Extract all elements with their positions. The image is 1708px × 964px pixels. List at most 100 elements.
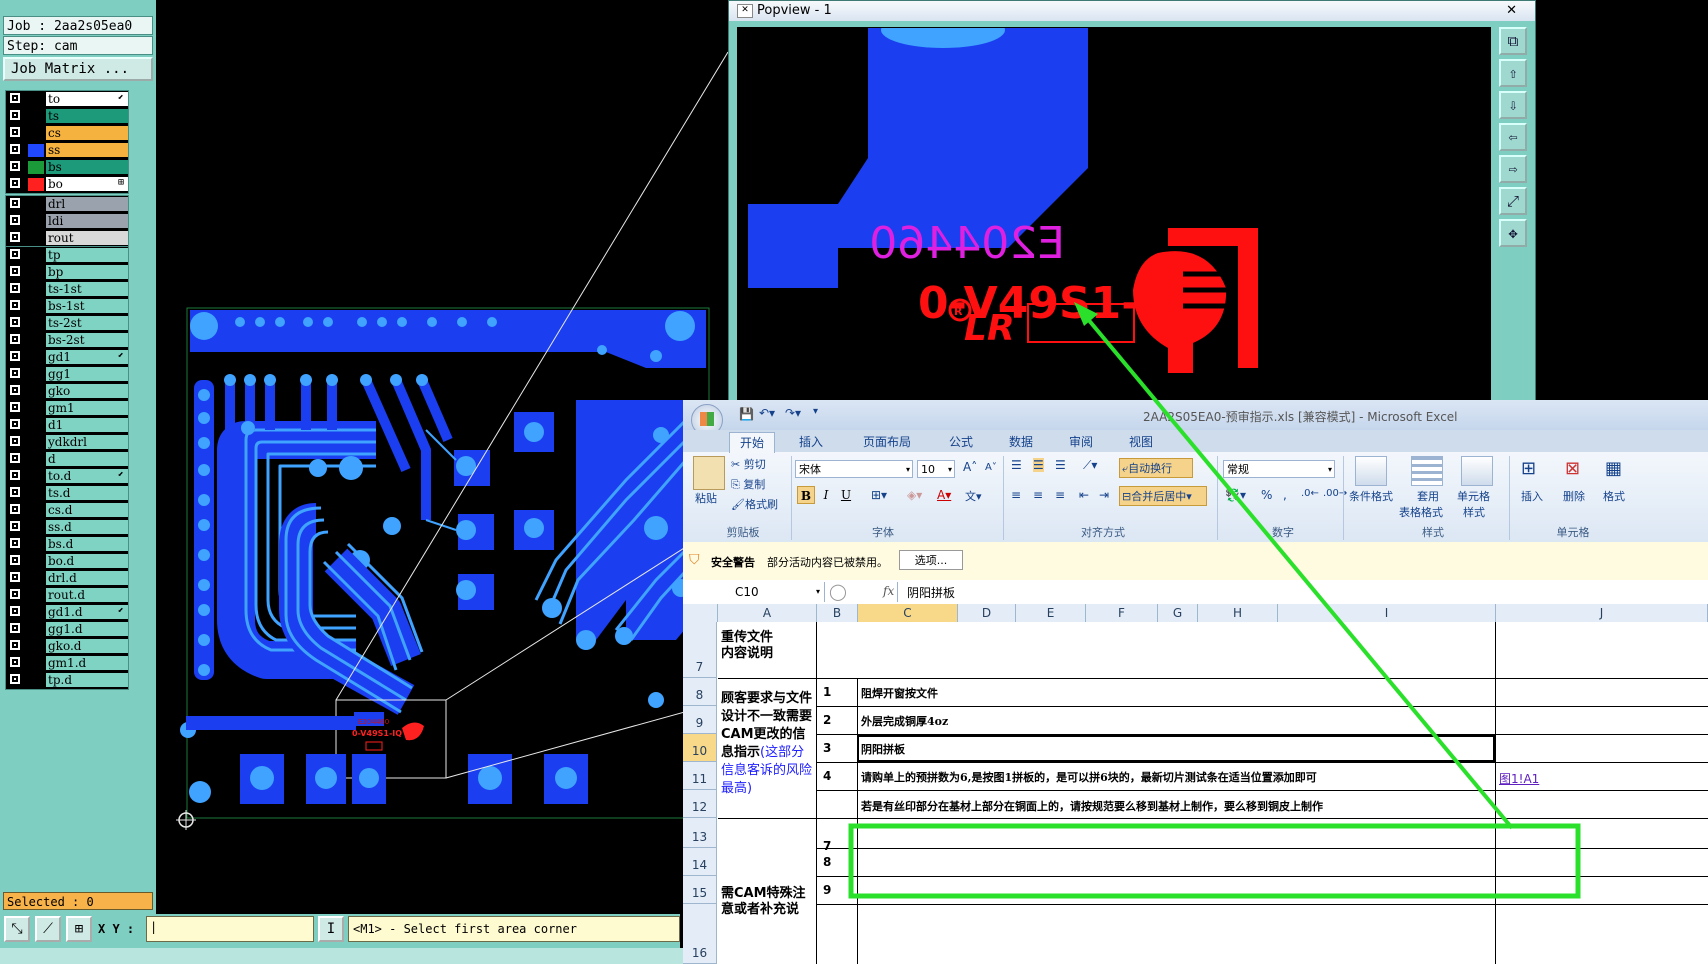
layer-name[interactable]: drl: [46, 197, 128, 211]
formula-input[interactable]: 阴阳拼板: [907, 584, 955, 601]
currency-icon[interactable]: 💱▾: [1225, 488, 1246, 502]
shrink-font-icon[interactable]: A˅: [985, 462, 997, 473]
item-text[interactable]: 阴阳拼板: [861, 741, 905, 757]
layer-row[interactable]: bp: [6, 264, 128, 281]
row-header[interactable]: 8: [683, 678, 717, 706]
item-number[interactable]: 1: [823, 685, 831, 699]
fx-icon[interactable]: fx: [883, 584, 894, 598]
customize-qat-icon[interactable]: ▾: [813, 406, 818, 417]
paste-icon[interactable]: [693, 456, 725, 490]
layer-row[interactable]: to.d ⬋: [6, 468, 128, 485]
selected-cell[interactable]: [857, 735, 1495, 762]
align-middle-icon[interactable]: ☰: [1033, 458, 1044, 472]
layer-row[interactable]: rout.d: [6, 587, 128, 604]
layer-name[interactable]: bp: [46, 265, 128, 279]
layer-name[interactable]: rout.d: [46, 588, 128, 602]
layer-color-swatch[interactable]: [28, 144, 44, 157]
layer-checkbox[interactable]: [10, 640, 20, 650]
conditional-format-button[interactable]: 条件格式: [1349, 488, 1393, 504]
layer-name[interactable]: to: [46, 92, 128, 106]
item-number[interactable]: 9: [823, 883, 831, 897]
item-text[interactable]: 请购单上的预拼数为6,是按图1拼板的，是可以拼6块的，最新切片测试条在适当位置添…: [861, 769, 1317, 785]
layer-checkbox[interactable]: [10, 521, 20, 531]
cell-styles-button[interactable]: 单元格: [1457, 488, 1490, 504]
layer-checkbox[interactable]: [10, 127, 20, 137]
layer-checkbox[interactable]: [10, 453, 20, 463]
layer-row[interactable]: gko: [6, 383, 128, 400]
item-number[interactable]: 7: [823, 839, 831, 853]
bold-button[interactable]: B: [797, 486, 815, 504]
align-bottom-icon[interactable]: ☰: [1055, 458, 1066, 472]
layer-checkbox[interactable]: [10, 538, 20, 548]
italic-button[interactable]: I: [817, 486, 835, 504]
number-format-select[interactable]: 常规 ▾: [1223, 460, 1335, 478]
layer-name[interactable]: gko: [46, 384, 128, 398]
layer-name[interactable]: ts: [46, 109, 128, 123]
layer-checkbox[interactable]: [10, 487, 20, 497]
layer-row[interactable]: drl.d: [6, 570, 128, 587]
align-left-icon[interactable]: ≡: [1011, 488, 1021, 502]
wrap-text-button[interactable]: ⤶自动换行: [1119, 458, 1193, 478]
popview-fit-button[interactable]: ⧉: [1499, 27, 1527, 55]
layer-name[interactable]: gm1: [46, 401, 128, 415]
ribbon-tab[interactable]: 审阅: [1059, 432, 1103, 452]
layer-name[interactable]: bo: [46, 177, 128, 191]
redo-icon[interactable]: ↷▾: [785, 406, 801, 420]
row-header[interactable]: 10: [683, 734, 717, 762]
column-header[interactable]: G: [1158, 604, 1198, 622]
font-size-select[interactable]: 10 ▾: [917, 460, 955, 478]
insert-cells-button[interactable]: 插入: [1521, 488, 1543, 504]
layer-row[interactable]: gg1.d: [6, 621, 128, 638]
layer-checkbox[interactable]: [10, 555, 20, 565]
layer-checkbox[interactable]: [10, 572, 20, 582]
font-name-select[interactable]: 宋体 ▾: [795, 460, 913, 478]
border-icon[interactable]: ⊞▾: [871, 488, 887, 502]
worksheet-grid[interactable]: 重传文件 内容说明 顾客要求与文件设计不一致需要CAM更改的信息指示(这部分信息…: [683, 622, 1708, 964]
layer-name[interactable]: bs: [46, 160, 128, 174]
layer-checkbox[interactable]: [10, 110, 20, 120]
layer-name[interactable]: ts.d: [46, 486, 128, 500]
item-text[interactable]: 阻焊开窗按文件: [861, 685, 938, 701]
layer-checkbox[interactable]: [10, 334, 20, 344]
layer-checkbox[interactable]: [10, 249, 20, 259]
layer-checkbox[interactable]: [10, 300, 20, 310]
layer-name[interactable]: cs: [46, 126, 128, 140]
layer-name[interactable]: gd1.d: [46, 605, 128, 619]
column-header[interactable]: D: [958, 604, 1016, 622]
layer-color-swatch[interactable]: [28, 178, 44, 191]
layer-name[interactable]: gg1: [46, 367, 128, 381]
layer-name[interactable]: ldi: [46, 214, 128, 228]
column-header[interactable]: J: [1496, 604, 1708, 622]
ribbon-tab[interactable]: 视图: [1119, 432, 1163, 452]
layer-checkbox[interactable]: [10, 368, 20, 378]
popview-zoom-in-button[interactable]: ⤢: [1499, 187, 1527, 215]
save-icon[interactable]: 💾: [739, 407, 754, 421]
column-header[interactable]: E: [1016, 604, 1086, 622]
layer-checkbox[interactable]: [10, 402, 20, 412]
row-header[interactable]: 13: [683, 818, 717, 848]
layer-checkbox[interactable]: [10, 436, 20, 446]
layer-row[interactable]: ldi: [6, 213, 128, 230]
popview-titlebar[interactable]: ✕ Popview - 1 ✕: [729, 1, 1535, 21]
row-header[interactable]: 11: [683, 762, 717, 790]
indent-increase-icon[interactable]: ⇥: [1099, 488, 1109, 502]
increase-decimal-icon[interactable]: .0←: [1301, 488, 1319, 499]
layer-name[interactable]: ydkdrl: [46, 435, 128, 449]
layer-checkbox[interactable]: [10, 419, 20, 429]
ribbon-tab[interactable]: 页面布局: [853, 432, 921, 452]
layer-checkbox[interactable]: [10, 161, 20, 171]
layer-row[interactable]: gg1: [6, 366, 128, 383]
layer-row[interactable]: gd1.d ⬋: [6, 604, 128, 621]
row-header[interactable]: 15: [683, 876, 717, 904]
underline-button[interactable]: U: [837, 486, 855, 504]
phonetic-icon[interactable]: 文▾: [965, 488, 982, 504]
close-icon[interactable]: ✕: [1506, 1, 1517, 21]
layer-row[interactable]: bo ⊞: [6, 176, 128, 193]
layer-row[interactable]: ydkdrl: [6, 434, 128, 451]
item-number[interactable]: 8: [823, 855, 831, 869]
layer-name[interactable]: gg1.d: [46, 622, 128, 636]
popview-canvas[interactable]: E204460 0-V49S1-IQ R R LR: [737, 27, 1491, 405]
row-header[interactable]: 16: [683, 904, 717, 964]
layer-row[interactable]: ss: [6, 142, 128, 159]
item-number[interactable]: 3: [823, 741, 831, 755]
